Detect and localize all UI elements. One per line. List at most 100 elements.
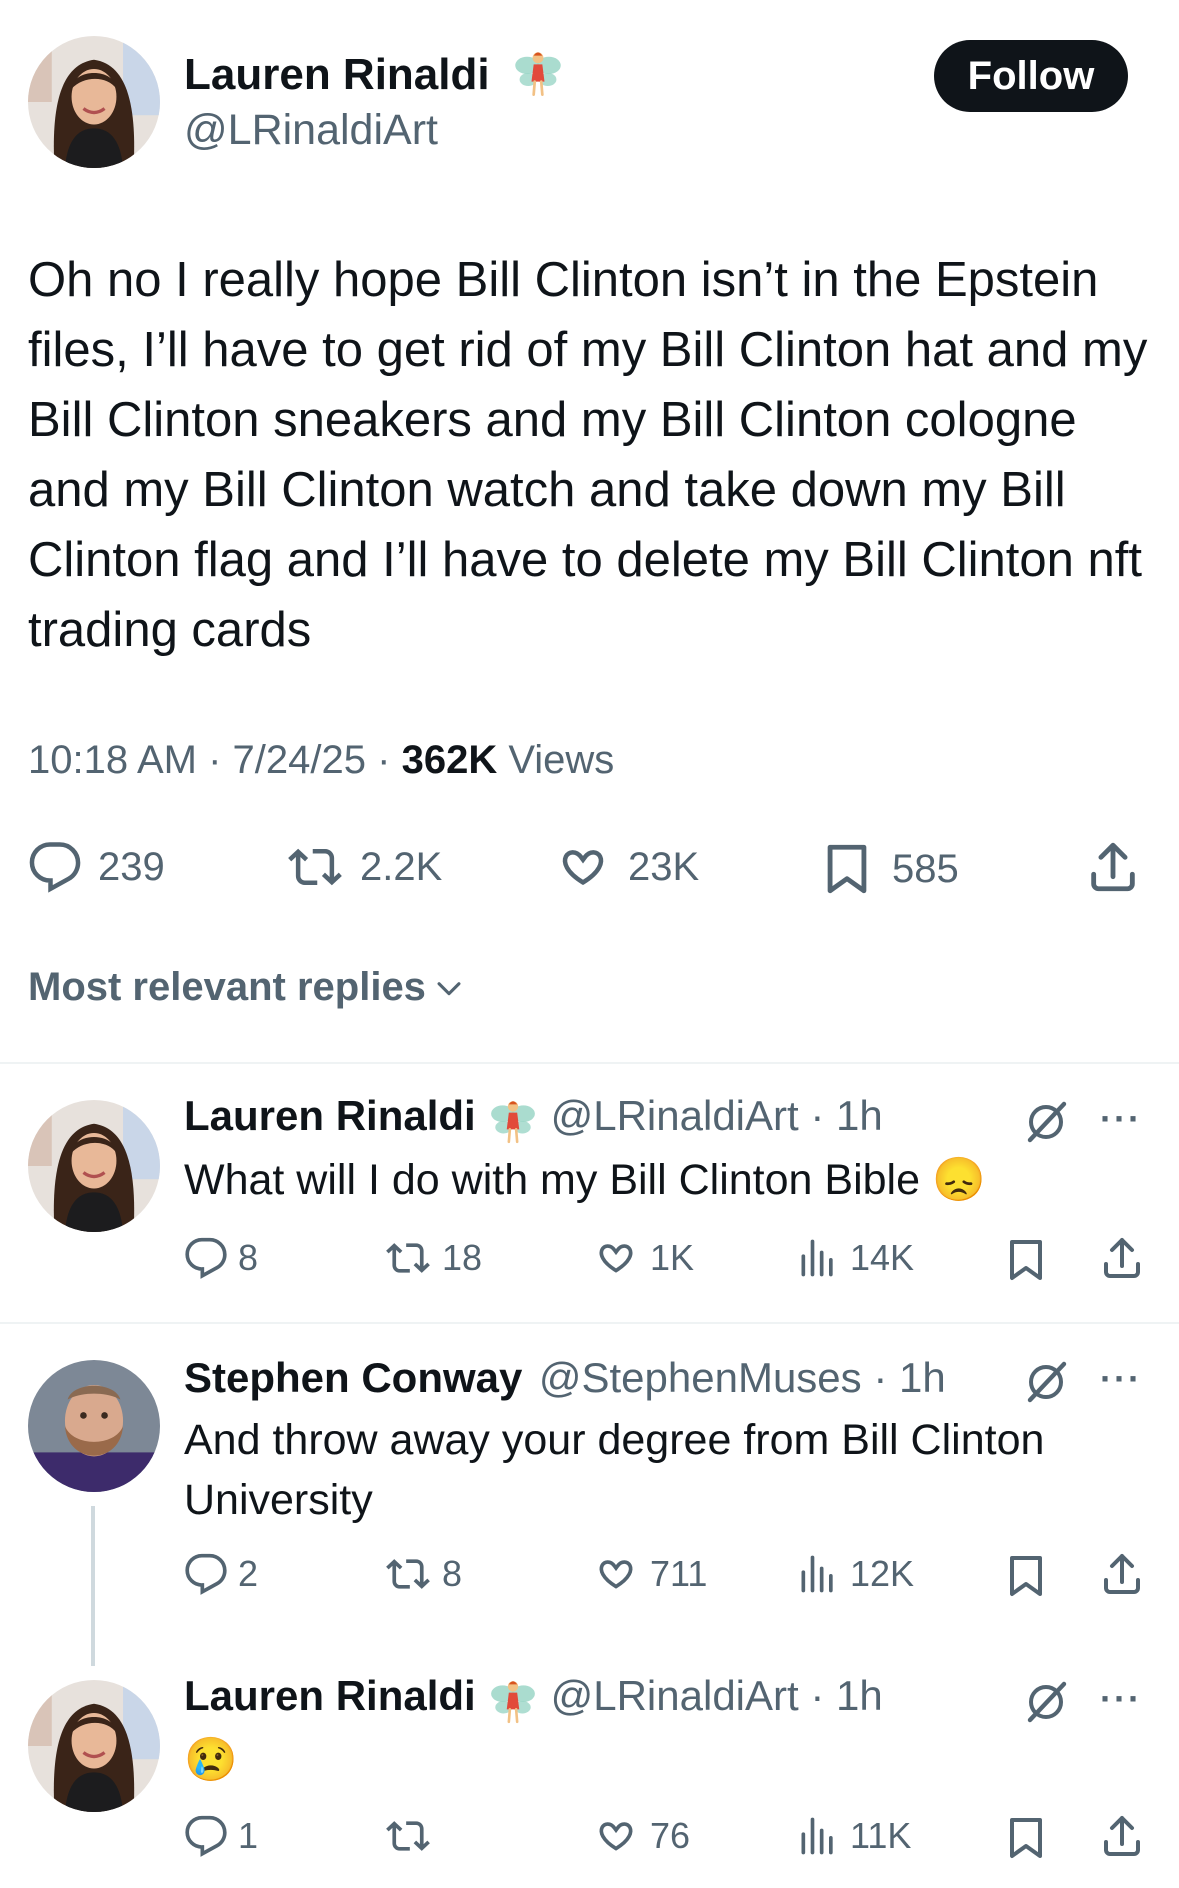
fairy-emoji xyxy=(512,47,564,99)
reply-count: 1 xyxy=(238,1815,259,1856)
reply-sort-dropdown[interactable]: Most relevant replies xyxy=(28,965,466,1010)
repost-icon xyxy=(384,1814,432,1858)
grok-icon[interactable] xyxy=(1022,1098,1070,1146)
repost-button[interactable]: 18 xyxy=(384,1236,482,1280)
repost-button[interactable] xyxy=(384,1814,442,1858)
reply-count: 8 xyxy=(238,1237,259,1278)
fairy-emoji xyxy=(488,1096,538,1146)
reply-count: 239 xyxy=(98,844,165,889)
views-count: 12K xyxy=(850,1553,915,1594)
thread-connector xyxy=(91,1506,95,1666)
fairy-emoji xyxy=(488,1676,538,1726)
share-icon xyxy=(1098,1234,1146,1282)
avatar-image xyxy=(28,1680,160,1812)
main-author-handle[interactable]: @LRinaldiArt xyxy=(184,106,438,155)
bookmark-icon xyxy=(1002,1814,1050,1862)
bookmark-button[interactable]: 585 xyxy=(818,840,959,898)
like-icon xyxy=(592,1814,640,1858)
reply-text: And throw away your degree from Bill Cli… xyxy=(184,1416,1045,1524)
reply-button[interactable]: 1 xyxy=(184,1814,258,1858)
repost-button[interactable]: 2.2K xyxy=(286,840,442,894)
views-count: 11K xyxy=(850,1815,912,1856)
views-count: 14K xyxy=(850,1237,915,1278)
repost-icon xyxy=(286,840,344,894)
reply-button[interactable]: 2 xyxy=(184,1552,258,1596)
like-count: 711 xyxy=(650,1553,708,1594)
reply-author-handle[interactable]: @LRinaldiArt · 1h xyxy=(551,1672,883,1719)
share-button[interactable] xyxy=(1098,1812,1146,1860)
like-icon xyxy=(554,840,612,894)
bookmark-count: 585 xyxy=(892,846,959,891)
share-button[interactable] xyxy=(1098,1234,1146,1282)
like-button[interactable]: 711 xyxy=(592,1552,707,1596)
bookmark-icon xyxy=(1002,1236,1050,1284)
views-count: 362K xyxy=(401,738,498,782)
bookmark-button[interactable] xyxy=(1002,1814,1050,1862)
main-avatar[interactable] xyxy=(28,36,160,168)
reply-1-avatar[interactable] xyxy=(28,1100,160,1232)
reply-icon xyxy=(28,840,82,894)
reply-author-handle[interactable]: @LRinaldiArt · 1h xyxy=(551,1092,883,1139)
share-icon xyxy=(1084,838,1142,896)
repost-button[interactable]: 8 xyxy=(384,1552,462,1596)
share-button[interactable] xyxy=(1098,1550,1146,1598)
like-count: 1K xyxy=(650,1237,695,1278)
reply-icon xyxy=(184,1814,228,1858)
reply-1-header: Lauren Rinaldi @LRinaldiArt · 1h xyxy=(184,1092,883,1146)
grok-icon[interactable] xyxy=(1022,1358,1070,1406)
reply-3-avatar[interactable] xyxy=(28,1680,160,1812)
share-icon xyxy=(1098,1550,1146,1598)
like-count: 76 xyxy=(650,1815,691,1856)
reply-author-handle[interactable]: @StephenMuses · 1h xyxy=(539,1354,946,1401)
reply-text: What will I do with my Bill Clinton Bibl… xyxy=(184,1156,986,1204)
reply-3-header: Lauren Rinaldi @LRinaldiArt · 1h xyxy=(184,1672,883,1726)
main-author-name[interactable]: Lauren Rinaldi xyxy=(184,50,564,100)
like-count: 23K xyxy=(628,844,700,889)
more-icon[interactable]: ··· xyxy=(1100,1358,1142,1400)
follow-button[interactable]: Follow xyxy=(934,40,1128,112)
avatar-image xyxy=(28,36,160,168)
reply-button[interactable]: 8 xyxy=(184,1236,258,1280)
reply-button[interactable]: 239 xyxy=(28,840,165,894)
repost-icon xyxy=(384,1236,432,1280)
reply-icon xyxy=(184,1236,228,1280)
reply-text: 😢 xyxy=(184,1736,238,1784)
like-icon xyxy=(592,1236,640,1280)
like-button[interactable]: 1K xyxy=(592,1236,694,1280)
bookmark-button[interactable] xyxy=(1002,1552,1050,1600)
views-label: Views xyxy=(508,738,615,782)
reply-author-name[interactable]: Stephen Conway xyxy=(184,1354,522,1401)
views-button[interactable]: 14K xyxy=(796,1236,914,1280)
avatar-image xyxy=(28,1360,160,1492)
reply-sort-label: Most relevant replies xyxy=(28,965,426,1009)
avatar-image xyxy=(28,1100,160,1232)
views-icon xyxy=(796,1236,840,1280)
bookmark-icon xyxy=(1002,1552,1050,1600)
like-button[interactable]: 76 xyxy=(592,1814,690,1858)
bookmark-button[interactable] xyxy=(1002,1236,1050,1284)
views-button[interactable]: 11K xyxy=(796,1814,911,1858)
reply-author-name[interactable]: Lauren Rinaldi xyxy=(184,1092,476,1139)
divider xyxy=(0,1062,1179,1064)
more-icon[interactable]: ··· xyxy=(1100,1678,1142,1720)
tweet-meta: 10:18 AM · 7/24/25 · 362K Views xyxy=(28,738,614,783)
reply-2-avatar[interactable] xyxy=(28,1360,160,1492)
repost-count: 2.2K xyxy=(360,844,443,889)
repost-icon xyxy=(384,1552,432,1596)
author-name-text: Lauren Rinaldi xyxy=(184,50,490,99)
share-button[interactable] xyxy=(1084,838,1142,896)
views-icon xyxy=(796,1552,840,1596)
views-button[interactable]: 12K xyxy=(796,1552,914,1596)
tweet-timestamp[interactable]: 10:18 AM · 7/24/25 · xyxy=(28,738,390,782)
reply-author-name[interactable]: Lauren Rinaldi xyxy=(184,1672,476,1719)
reply-2-header: Stephen Conway @StephenMuses · 1h xyxy=(184,1354,946,1402)
views-icon xyxy=(796,1814,840,1858)
more-icon[interactable]: ··· xyxy=(1100,1098,1142,1140)
repost-count: 18 xyxy=(442,1237,483,1278)
tweet-text: Oh no I really hope Bill Clinton isn’t i… xyxy=(28,253,1148,657)
chevron-down-icon xyxy=(437,981,461,995)
reply-icon xyxy=(184,1552,228,1596)
grok-icon[interactable] xyxy=(1022,1678,1070,1726)
like-button[interactable]: 23K xyxy=(554,840,699,894)
share-icon xyxy=(1098,1812,1146,1860)
